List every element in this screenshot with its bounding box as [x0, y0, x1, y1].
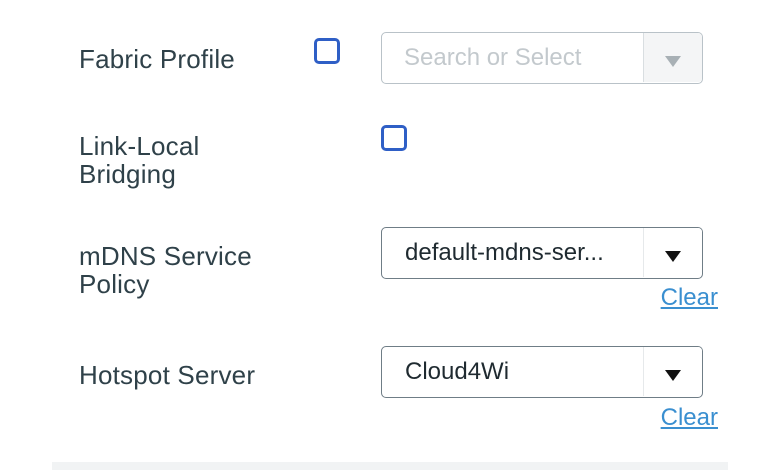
- link-local-bridging-label-line1: Link-Local: [79, 131, 200, 161]
- mdns-service-policy-select-value: default-mdns-ser...: [405, 239, 604, 266]
- caret-down-icon: [665, 250, 681, 262]
- hotspot-server-select[interactable]: Cloud4Wi: [381, 346, 703, 398]
- fabric-profile-checkbox[interactable]: [314, 38, 340, 64]
- mdns-service-policy-select[interactable]: default-mdns-ser...: [381, 227, 703, 279]
- hotspot-server-select-toggle[interactable]: [643, 347, 702, 396]
- section-divider: [52, 462, 728, 470]
- caret-down-icon: [665, 369, 681, 381]
- hotspot-server-clear-link[interactable]: Clear: [661, 404, 718, 432]
- caret-down-icon: [665, 55, 681, 67]
- mdns-service-policy-label-line1: mDNS Service: [79, 241, 252, 271]
- hotspot-server-label: Hotspot Server: [79, 360, 256, 390]
- link-local-bridging-checkbox[interactable]: [381, 125, 407, 151]
- mdns-service-policy-label: mDNS Service Policy: [79, 242, 252, 298]
- mdns-service-policy-label-line2: Policy: [79, 269, 150, 299]
- fabric-profile-label: Fabric Profile: [79, 44, 235, 74]
- fabric-profile-select-toggle[interactable]: [643, 33, 702, 82]
- fabric-profile-select[interactable]: Search or Select: [381, 32, 703, 84]
- mdns-service-policy-select-toggle[interactable]: [643, 228, 702, 277]
- link-local-bridging-label-line2: Bridging: [79, 159, 176, 189]
- mdns-service-policy-clear-link[interactable]: Clear: [661, 284, 718, 312]
- link-local-bridging-label: Link-Local Bridging: [79, 132, 200, 188]
- hotspot-server-select-value: Cloud4Wi: [405, 358, 510, 385]
- wlan-advanced-settings-form: Fabric Profile Search or Select Link-Loc…: [0, 0, 782, 470]
- fabric-profile-select-placeholder: Search or Select: [404, 44, 582, 71]
